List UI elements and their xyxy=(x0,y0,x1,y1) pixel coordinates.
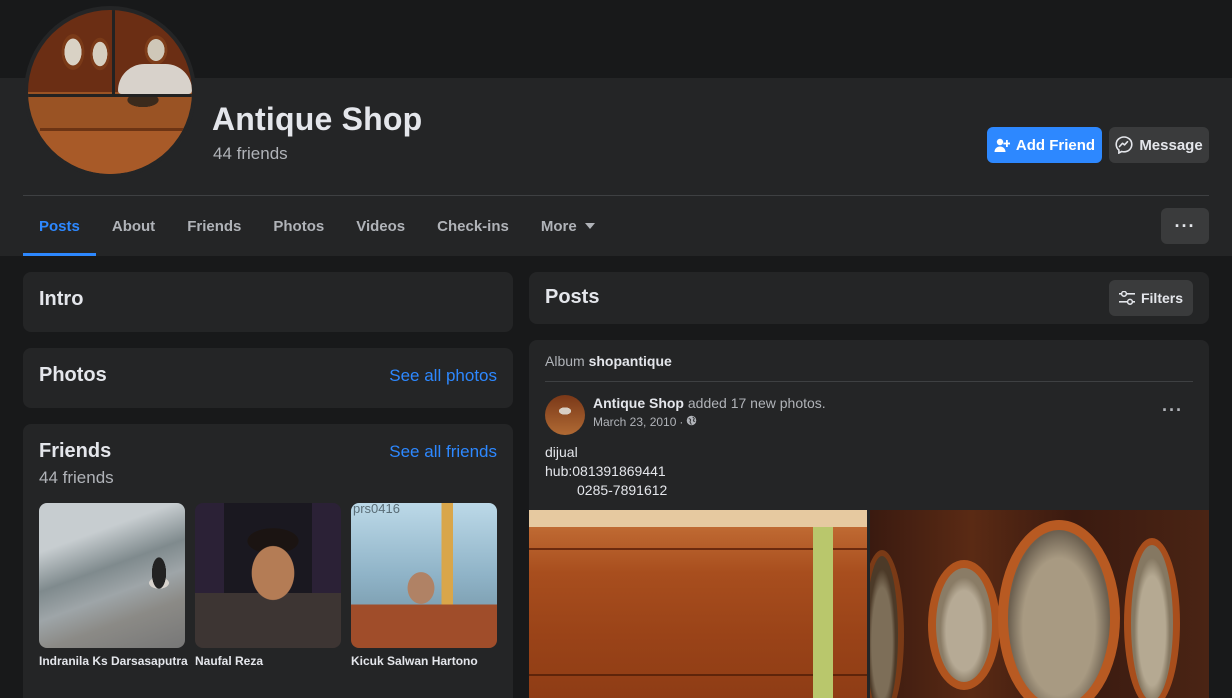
friend-name[interactable]: Kicuk Salwan Hartono xyxy=(351,654,497,668)
add-person-icon xyxy=(994,137,1010,153)
friend-name[interactable]: Naufal Reza xyxy=(195,654,341,668)
photos-title[interactable]: Photos xyxy=(39,364,107,387)
post-author-link[interactable]: Antique Shop xyxy=(593,395,684,411)
tab-videos[interactable]: Videos xyxy=(340,196,421,256)
tab-label: Videos xyxy=(356,217,406,235)
tab-about[interactable]: About xyxy=(96,196,171,256)
tab-photos[interactable]: Photos xyxy=(257,196,340,256)
friend-name[interactable]: Indranila Ks Darsasaputra xyxy=(39,654,188,668)
friend-photo[interactable] xyxy=(195,503,341,648)
album-name-link[interactable]: shopantique xyxy=(589,353,672,369)
page-title: Antique Shop xyxy=(212,101,423,137)
caret-down-icon xyxy=(584,223,595,229)
tab-friends[interactable]: Friends xyxy=(171,196,257,256)
tab-label: Posts xyxy=(39,217,80,235)
tab-label: Check-ins xyxy=(437,217,509,235)
post-text-line: hub:081391869441 xyxy=(545,463,666,479)
friend-tile[interactable]: Indranila Ks Darsasaputra xyxy=(39,503,188,668)
posts-header-card: Posts Filters xyxy=(529,272,1209,324)
post-author-avatar[interactable] xyxy=(545,395,585,435)
see-all-photos-link[interactable]: See all photos xyxy=(389,366,497,386)
intro-title: Intro xyxy=(39,288,84,310)
tab-label: Friends xyxy=(187,217,242,235)
profile-picture-image xyxy=(28,10,192,174)
tab-check-ins[interactable]: Check-ins xyxy=(421,196,525,256)
photo-watermark: prs0416 xyxy=(353,503,400,516)
messenger-icon xyxy=(1115,136,1133,154)
post-date[interactable]: March 23, 2010 xyxy=(593,415,676,429)
add-friend-label: Add Friend xyxy=(1015,136,1096,154)
globe-icon xyxy=(686,415,697,429)
friend-photo[interactable] xyxy=(39,503,185,648)
post-text: dijual hub:081391869441 0285-7891612 xyxy=(545,443,667,500)
tab-label: More xyxy=(540,217,577,235)
meta-separator: · xyxy=(679,415,684,429)
friends-subcount: 44 friends xyxy=(39,468,114,487)
see-all-friends-link[interactable]: See all friends xyxy=(389,442,497,462)
message-button[interactable]: Message xyxy=(1109,127,1209,163)
post-meta: March 23, 2010 · xyxy=(593,415,697,429)
tab-label: Photos xyxy=(273,217,325,235)
tab-label: About xyxy=(111,217,156,235)
post-text-line: 0285-7891612 xyxy=(577,482,668,498)
sliders-icon xyxy=(1118,291,1135,305)
post-photo-cabinet[interactable] xyxy=(529,510,867,698)
post-card: Album shopantique Antique Shop added 17 … xyxy=(529,340,1209,698)
album-prefix: Album xyxy=(545,353,585,369)
photos-card: Photos See all photos xyxy=(23,348,513,408)
intro-card: Intro xyxy=(23,272,513,332)
post-photo-mirrors[interactable] xyxy=(870,510,1209,698)
filters-label: Filters xyxy=(1140,290,1183,306)
friend-tile[interactable]: Naufal Reza xyxy=(195,503,341,668)
message-label: Message xyxy=(1139,136,1203,154)
more-options-button[interactable]: ··· xyxy=(1161,208,1209,244)
friend-tile[interactable]: prs0416 Kicuk Salwan Hartono xyxy=(351,503,497,668)
tab-posts[interactable]: Posts xyxy=(23,196,96,256)
friends-card: Friends See all friends 44 friends Indra… xyxy=(23,424,513,698)
friend-photo[interactable]: prs0416 xyxy=(351,503,497,648)
profile-picture[interactable] xyxy=(24,6,196,178)
profile-tabs: Posts About Friends Photos Videos Check-… xyxy=(23,196,611,256)
posts-title: Posts xyxy=(545,286,600,308)
add-friend-button[interactable]: Add Friend xyxy=(987,127,1102,163)
post-options-button[interactable]: ··· xyxy=(1162,400,1183,421)
album-line: Album shopantique xyxy=(545,353,672,369)
post-divider xyxy=(545,381,1193,382)
tab-more[interactable]: More xyxy=(525,196,611,256)
post-action: added 17 new photos. xyxy=(687,395,826,411)
filters-button[interactable]: Filters xyxy=(1109,280,1193,316)
friends-title[interactable]: Friends xyxy=(39,440,111,463)
friends-count[interactable]: 44 friends xyxy=(213,144,288,164)
post-header: Antique Shop added 17 new photos. xyxy=(593,395,826,411)
post-text-line: dijual xyxy=(545,444,578,460)
